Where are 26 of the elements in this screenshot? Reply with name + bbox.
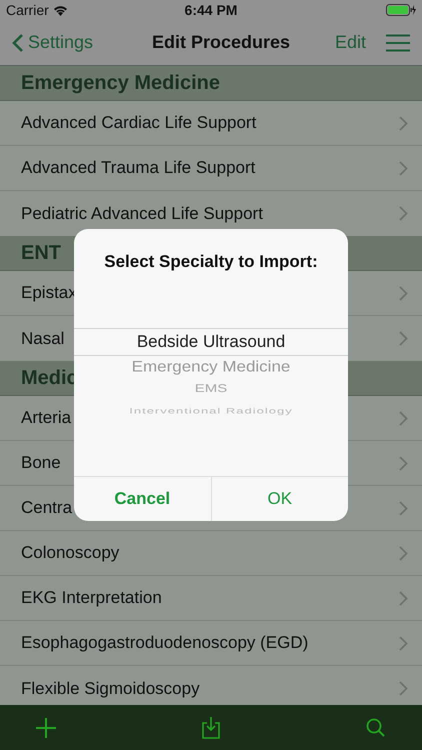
chevron-icon (399, 116, 408, 130)
download-icon[interactable] (202, 716, 220, 738)
status-time: 6:44 PM (184, 0, 238, 20)
chevron-icon (399, 681, 408, 696)
chevron-icon (399, 546, 408, 560)
chevron-icon (399, 636, 408, 650)
menu-icon[interactable] (386, 34, 410, 52)
back-chevron-icon (12, 32, 24, 52)
chevron-icon (399, 410, 408, 426)
chevron-icon (399, 160, 408, 176)
battery-icon (386, 4, 416, 16)
chevron-icon (399, 456, 408, 470)
cancel-button[interactable]: Cancel (74, 477, 212, 521)
add-icon[interactable] (36, 718, 56, 738)
dialog-title: Select Specialty to Import: (103, 251, 319, 273)
chevron-icon (399, 286, 408, 300)
wifi-icon (52, 4, 68, 16)
chevron-icon (399, 206, 408, 221)
search-icon[interactable] (366, 718, 386, 738)
section-header: Emergency Medicine (0, 66, 422, 101)
chevron-icon (399, 590, 408, 606)
carrier-label: Carrier (6, 0, 49, 20)
chevron-icon (399, 331, 408, 346)
picker-option[interactable]: Bedside Ultrasound (74, 328, 348, 356)
chevron-icon (399, 500, 408, 516)
nav-title: Edit Procedures (150, 31, 292, 54)
